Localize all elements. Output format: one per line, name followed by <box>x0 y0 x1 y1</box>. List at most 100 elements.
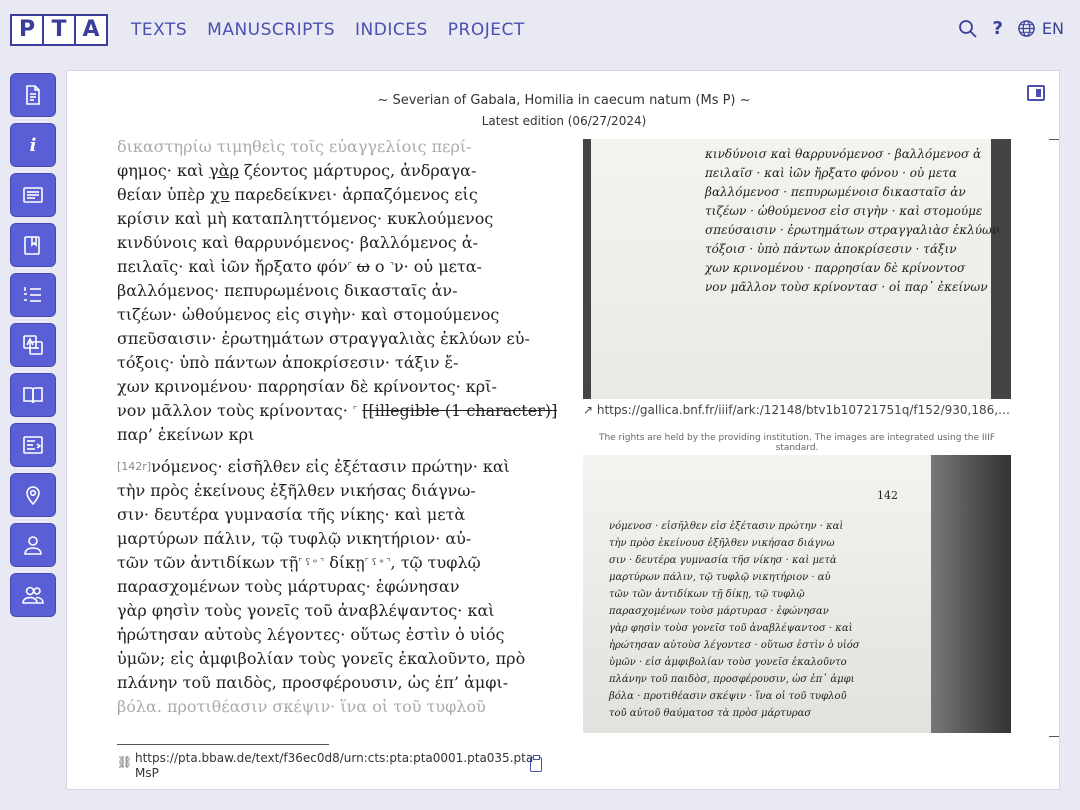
manuscript-handwriting-line: γὰρ φησὶν τοὺσ γονεῖσ τοῦ ἀναβλέψαντοσ ·… <box>609 623 853 634</box>
panel-layout-toggle-icon[interactable] <box>1027 85 1045 101</box>
manuscript-handwriting-line: πλάνην τοῦ παιδὸσ, προσφέρουσιν, ὡσ ἐπ᾽ … <box>609 674 855 685</box>
text-line: νον μᾶλλον τοὺς κρίνοντας· ⌜ [[illegible… <box>117 401 557 420</box>
edition-date: Latest edition (06/27/2024) <box>481 114 647 128</box>
text-line: τιζέων· ὠθούμενος εἰς σιγὴν· καὶ στομούμ… <box>117 305 500 324</box>
text-line: τὴν πρὸς ἐκείνους ἐξῆλθεν νικήσας διάγνω… <box>117 481 476 500</box>
logo-letter-p: P <box>10 14 44 46</box>
citation-url[interactable]: https://pta.bbaw.de/text/f36ec0d8/urn:ct… <box>135 751 538 781</box>
nav-right: ? EN <box>958 18 1064 39</box>
info-icon: i <box>29 134 37 156</box>
logo-letter-t: T <box>42 14 76 46</box>
manuscript-handwriting-line: νον μᾶλλον τοὺσ κρίνοντασ · οἱ παρ᾽ ἐκεί… <box>705 280 988 294</box>
text-line: κρίσιν καὶ μὴ καταπληττόμενος· κυκλούμεν… <box>117 209 494 228</box>
text-line: δικαστηρίω τιμηθεὶς τοῖς εὐαγγελίοις περ… <box>117 137 472 156</box>
text-line: μαρτύρων πάλιν, τῷ τυφλῷ νικητήριον· αὐ- <box>117 529 472 548</box>
citation-divider <box>117 744 329 745</box>
manuscript-handwriting-line: μαρτύρων πάλιν, τῷ τυφλῷ νικητήριον · αὐ <box>609 572 831 583</box>
location-icon <box>26 486 40 506</box>
manuscript-image-1[interactable]: κινδύνοισ καὶ θαρρυνόμενοσ · βαλλόμενοσ … <box>583 139 1011 399</box>
manuscript-handwriting-line: βαλλόμενοσ · πεπυρωμένοισ δικασταῖσ ἀν <box>705 185 966 199</box>
text-line: πλάνην τοῦ παιδὸς, προσφέρουσιν, ὡς ἐπ’ … <box>117 673 509 692</box>
page-title: ~ Severian of Gabala, Homilia in caecum … <box>377 93 751 108</box>
manuscript-page-edge <box>931 455 1011 733</box>
image-source-url[interactable]: ↗ https://gallica.bnf.fr/iiif/ark:/12148… <box>583 403 1011 417</box>
person-icon <box>24 536 42 555</box>
sidebar-text-button[interactable] <box>10 173 56 217</box>
text-line: βαλλόμενος· πεπυρωμένοις δικασταῖς ἀν- <box>117 281 458 300</box>
text-line: ὑμῶν; εἰς ἀμφιβολίαν τοὺς γονεῖς ἐκαλοῦν… <box>117 649 526 668</box>
manuscript-handwriting-line: ἠρώτησαν αὐτοὺσ λέγοντεσ · οὕτωσ ἐστὶν ὁ… <box>609 640 860 651</box>
sidebar-book-button[interactable] <box>10 373 56 417</box>
manuscript-handwriting-line: νόμενοσ · εἰσῆλθεν εἰσ ἐξέτασιν πρώτην ·… <box>609 521 844 532</box>
sidebar-info-button[interactable]: i <box>10 123 56 167</box>
manuscript-handwriting-line: βόλα · προτιθέασιν σκέψιν · ἵνα οἱ τοῦ τ… <box>609 691 847 702</box>
document-header: ~ Severian of Gabala, Homilia in caecum … <box>67 93 1061 128</box>
nav-texts[interactable]: TEXTS <box>131 20 187 40</box>
text-line: θείαν ὑπὲρ χυ παρεδείκνει· ἁρπαζόμενος ε… <box>117 185 478 204</box>
text-line: γὰρ φησὶν τοὺς γονεῖς τοῦ ἀναβλέψαντος· … <box>117 601 495 620</box>
language-switcher[interactable]: EN <box>1017 19 1064 38</box>
pta-logo[interactable]: P T A <box>10 14 108 46</box>
nav-manuscripts[interactable]: MANUSCRIPTS <box>207 20 335 40</box>
manuscript-handwriting-line: σπεύσαισιν · ἐρωτημάτων στραγγαλιὰσ ἐκλύ… <box>705 223 1000 237</box>
help-button[interactable]: ? <box>992 18 1002 39</box>
link-icon: ⛓ <box>117 755 133 769</box>
text-line: χων κρινομένου· παρρησίαν δὲ κρίνοντος· … <box>117 377 497 396</box>
manuscript-page: κινδύνοισ καὶ θαρρυνόμενοσ · βαλλόμενοσ … <box>591 139 999 399</box>
language-label: EN <box>1041 19 1064 38</box>
manuscript-handwriting-line: χων κρινομένου · παρρησίαν δὲ κρίνοντοσ <box>705 261 966 275</box>
text-icon <box>23 187 43 203</box>
sidebar-location-button[interactable] <box>10 473 56 517</box>
nav-indices[interactable]: INDICES <box>355 20 428 40</box>
manuscript-handwriting-line: πειλαῖσ · καὶ ἰῶν ἤρξατο φόνου · οὐ μετα <box>705 166 958 180</box>
manuscript-handwriting-line: τιζέων · ὠθούμενοσ εἰσ σιγὴν · καὶ στομο… <box>705 204 983 218</box>
manuscript-image-2[interactable]: νόμενοσ · εἰσῆλθεν εἰσ ἐξέτασιν πρώτην ·… <box>583 455 1011 733</box>
manuscript-handwriting-line: σιν · δευτέρα γυμνασία τῆσ νίκησ · καὶ μ… <box>609 555 837 566</box>
text-line: παρασχομένων τοὺς μάρτυρας· ἐφώνησαν <box>117 577 460 596</box>
reader-panel: ~ Severian of Gabala, Homilia in caecum … <box>66 70 1060 790</box>
sidebar-person-button[interactable] <box>10 523 56 567</box>
text-line: πειλαῖς· καὶ ἰῶν ἤρξατο φόν⌜ ω ο ⌝ν· οὐ … <box>117 257 482 276</box>
group-icon <box>22 586 44 604</box>
text-line: σιν· δευτέρα γυμνασία τῆς νίκης· καὶ μετ… <box>117 505 466 524</box>
text-line: φημος· καὶ γὰρ ζέοντος μάρτυρος, ἀνδραγα… <box>117 161 477 180</box>
manuscript-handwriting-line: τὴν πρὸσ ἐκείνουσ ἐξῆλθεν νικήσασ διάγνω <box>609 538 835 549</box>
sidebar-numbered-list-button[interactable] <box>10 273 56 317</box>
text-line: ἠρώτησαν αὐτοὺς λέγοντες· οὕτως ἐστὶν ὁ … <box>117 625 505 644</box>
search-icon[interactable] <box>958 19 978 39</box>
manuscript-handwriting-line: ὑμῶν · εἰσ ἀμφιβολίαν τοὺσ γονεῖσ ἐκαλοῦ… <box>609 657 847 668</box>
sidebar-bookmark-button[interactable] <box>10 223 56 267</box>
document-icon <box>26 85 40 105</box>
scroll-marker <box>1049 736 1059 737</box>
top-bar: P T A TEXTS MANUSCRIPTS INDICES PROJECT … <box>0 0 1080 62</box>
logo-letter-a: A <box>74 14 108 46</box>
numbered-list-icon <box>24 287 41 302</box>
sidebar-translate-button[interactable] <box>10 323 56 367</box>
text-line: βόλα. προτιθέασιν σκέψιν· ἵνα οἱ τοῦ τυφ… <box>117 697 486 715</box>
folio-marker[interactable]: [142r] <box>117 460 151 473</box>
translate-icon <box>23 335 43 355</box>
text-line: [142r]νόμενος· εἰσῆλθεν εἰς ἐξέτασιν πρώ… <box>117 457 510 476</box>
manuscript-page-number: 142 <box>877 489 898 502</box>
text-line: τόξοις· ὑπὸ πάντων ἀποκρίσεσιν· τάξιν ἔ- <box>117 353 459 372</box>
globe-icon <box>1018 20 1035 37</box>
image-rights-note: The rights are held by the providing ins… <box>598 433 996 453</box>
copy-clipboard-icon[interactable] <box>530 755 542 772</box>
scroll-marker <box>1049 139 1059 140</box>
text-line: σπεῦσαισιν· ἐρωτημάτων στραγγαλιὰς ἐκλύω… <box>117 329 530 348</box>
manuscript-handwriting-line: τόξοισ · ὑπὸ πάντων ἀποκρίσεσιν · τάξιν <box>705 242 957 256</box>
citation-link[interactable]: ⛓ https://pta.bbaw.de/text/f36ec0d8/urn:… <box>117 751 538 781</box>
manuscript-handwriting-line: κινδύνοισ καὶ θαρρυνόμενοσ · βαλλόμενοσ … <box>705 147 982 161</box>
edition-text: δικαστηρίω τιμηθεὶς τοῖς εὐαγγελίοις περ… <box>117 135 557 715</box>
bookmark-icon <box>24 236 40 255</box>
sidebar-notes-button[interactable] <box>10 423 56 467</box>
manuscript-handwriting-line: τοῦ αὐτοῦ θαύματοσ τὰ πρὸσ μάρτυρασ <box>609 708 812 719</box>
sidebar-group-button[interactable] <box>10 573 56 617</box>
text-line: κινδύνοις καὶ θαρρυνόμενος· βαλλόμενος ἀ… <box>117 233 478 252</box>
sidebar-document-button[interactable] <box>10 73 56 117</box>
main-nav: TEXTS MANUSCRIPTS INDICES PROJECT <box>131 20 525 40</box>
text-line: τῶν τῶν ἀντιδίκων τῇ⌜ ʕ ᵠ ⌝ δίκῃ⌜ ʕ ᵠ ⌝,… <box>117 553 481 572</box>
manuscript-handwriting-line: παρασχομένων τοὺσ μάρτυρασ · ἐφώνησαν <box>609 606 829 617</box>
nav-project[interactable]: PROJECT <box>448 20 525 40</box>
text-line: παρ’ ἐκείνων κρι <box>117 425 255 444</box>
